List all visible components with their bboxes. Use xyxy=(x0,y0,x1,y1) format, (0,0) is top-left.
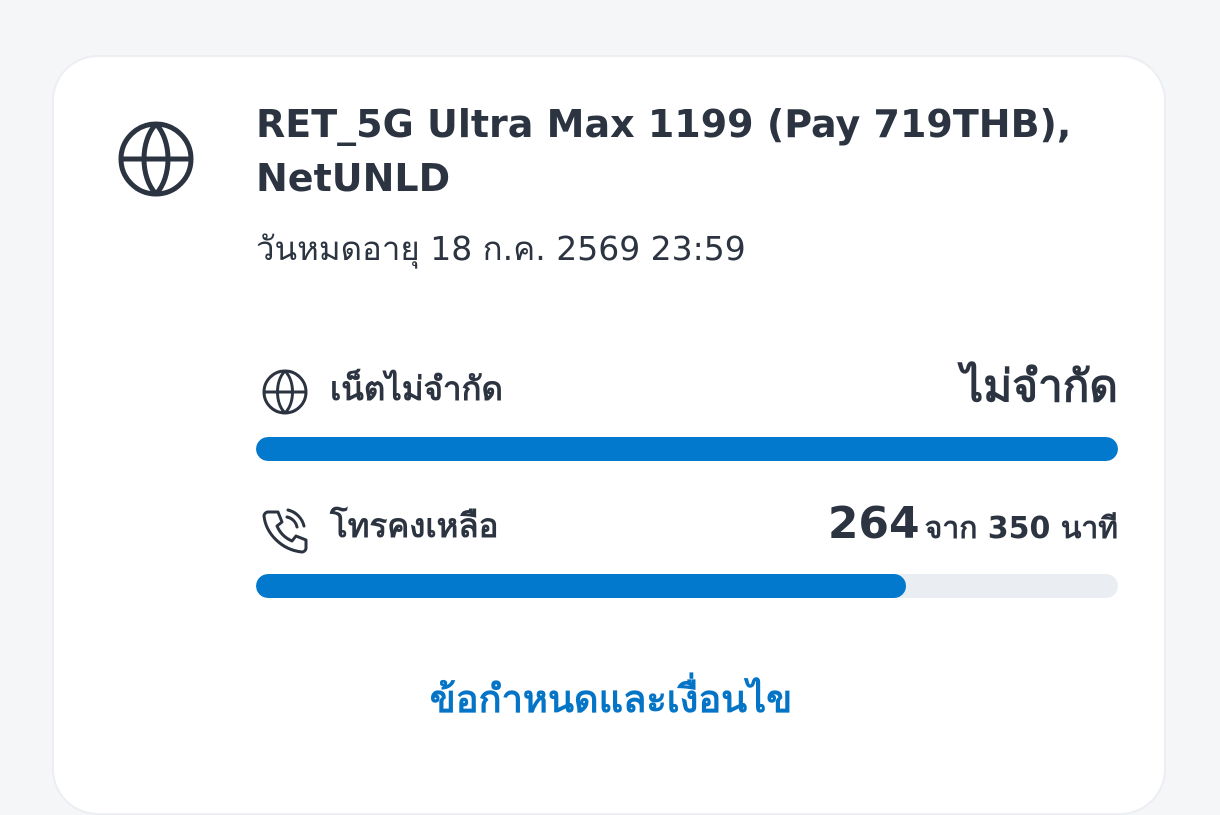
voice-usage-label: โทรคงเหลือ xyxy=(330,506,499,545)
voice-usage-progress-fill xyxy=(256,574,906,598)
voice-usage-progress-bar xyxy=(256,574,1118,598)
voice-usage-value: 264 จาก 350 นาที xyxy=(828,494,1118,559)
terms-and-conditions-link[interactable]: ข้อกำหนดและเงื่อนไข xyxy=(54,671,1168,727)
package-card: RET_5G Ultra Max 1199 (Pay 719THB), NetU… xyxy=(52,55,1166,815)
package-title: RET_5G Ultra Max 1199 (Pay 719THB), NetU… xyxy=(256,102,1072,200)
data-usage-progress-fill xyxy=(256,437,1118,461)
data-usage-row: เน็ตไม่จำกัด ไม่จำกัด xyxy=(256,357,1118,417)
voice-total: จาก 350 นาที xyxy=(924,511,1118,546)
voice-remaining: 264 xyxy=(827,498,920,549)
data-usage-value: ไม่จำกัด xyxy=(961,361,1118,412)
voice-usage-row: โทรคงเหลือ 264 จาก 350 นาที xyxy=(256,494,1118,554)
data-usage-label: เน็ตไม่จำกัด xyxy=(330,369,503,408)
globe-icon xyxy=(262,369,308,415)
expiry-date: วันหมดอายุ 18 ก.ค. 2569 23:59 xyxy=(256,229,746,268)
data-usage-progress-bar xyxy=(256,437,1118,461)
phone-call-icon xyxy=(262,508,308,554)
globe-icon xyxy=(118,121,194,197)
